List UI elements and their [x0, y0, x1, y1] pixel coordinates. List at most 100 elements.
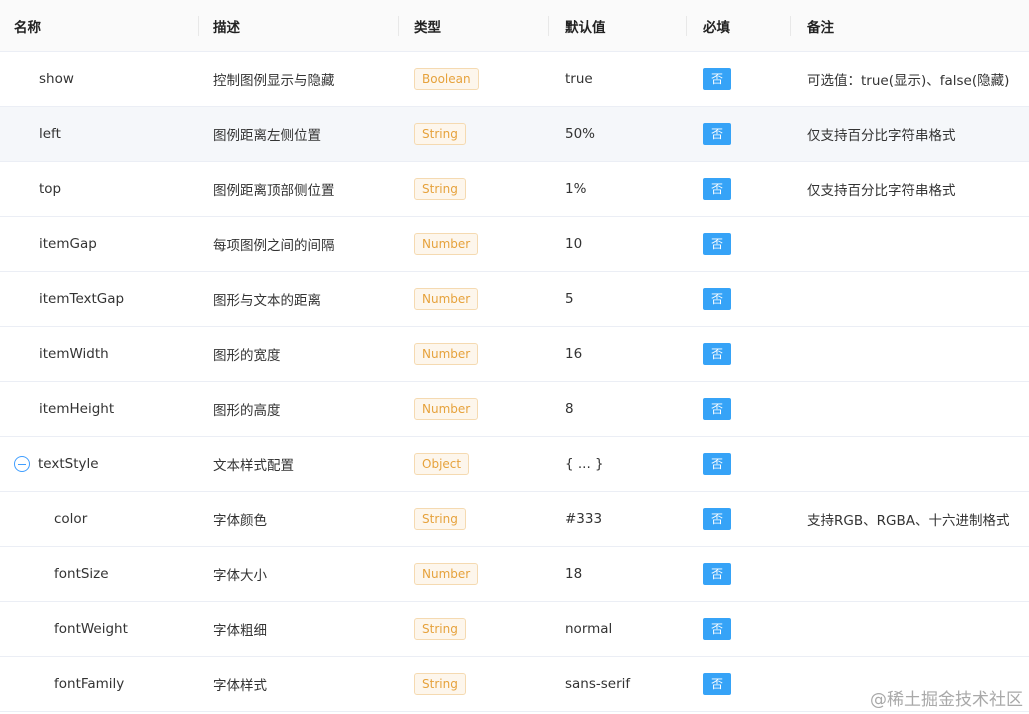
cell-required: 否 — [703, 437, 791, 491]
cell-required: 否 — [703, 327, 791, 381]
header-required[interactable]: 必填 — [703, 0, 791, 51]
header-default[interactable]: 默认值 — [565, 0, 685, 51]
required-badge: 否 — [703, 343, 731, 365]
table-row[interactable]: itemWidth 图形的宽度 Number 16 否 — [0, 327, 1029, 382]
table-row[interactable]: fontWeight 字体粗细 String normal 否 — [0, 602, 1029, 657]
required-badge: 否 — [703, 618, 731, 640]
table-row[interactable]: color 字体颜色 String #333 否 支持RGB、RGBA、十六进制格式 — [0, 492, 1029, 547]
param-name: fontFamily — [54, 676, 125, 692]
cell-note: 仅支持百分比字符串格式 — [807, 128, 956, 144]
cell-type: String — [414, 492, 549, 546]
type-tag: String — [414, 178, 466, 200]
column-divider — [198, 16, 199, 36]
cell-default: sans-serif — [565, 676, 631, 692]
cell-note — [807, 437, 1029, 491]
table-row[interactable]: textStyle 文本样式配置 Object { ... } 否 — [0, 437, 1029, 492]
required-badge: 否 — [703, 453, 731, 475]
cell-required: 否 — [703, 602, 791, 656]
type-tag: String — [414, 618, 466, 640]
cell-default: 5 — [565, 291, 574, 307]
table-row[interactable]: itemHeight 图形的高度 Number 8 否 — [0, 382, 1029, 437]
cell-desc: 字体大小 — [213, 568, 267, 584]
table-row[interactable]: fontSize 字体大小 Number 18 否 — [0, 547, 1029, 602]
type-tag: Number — [414, 233, 479, 255]
watermark: @稀土掘金技术社区 — [870, 690, 1023, 710]
cell-desc: 字体颜色 — [213, 513, 267, 529]
header-note[interactable]: 备注 — [807, 0, 1029, 51]
cell-name: left — [14, 107, 198, 161]
cell-desc: 文本样式配置 — [213, 458, 294, 474]
param-name: top — [39, 181, 62, 197]
cell-note: 支持RGB、RGBA、十六进制格式 — [807, 513, 1010, 529]
header-name[interactable]: 名称 — [14, 0, 198, 51]
table-row[interactable]: itemGap 每项图例之间的间隔 Number 10 否 — [0, 217, 1029, 272]
type-tag: Boolean — [414, 68, 479, 90]
cell-required: 否 — [703, 107, 791, 161]
type-tag: String — [414, 508, 466, 530]
cell-desc: 图例距离左侧位置 — [213, 128, 321, 144]
cell-desc: 控制图例显示与隐藏 — [213, 73, 335, 89]
table-row[interactable]: show 控制图例显示与隐藏 Boolean true 否 可选值：true(显示)、fa… — [0, 52, 1029, 107]
table-row[interactable]: left 图例距离左侧位置 String 50% 否 仅支持百分比字符串格式 — [0, 107, 1029, 162]
cell-note — [807, 217, 1029, 271]
required-badge: 否 — [703, 563, 731, 585]
type-tag: Object — [414, 453, 470, 475]
cell-name: show — [14, 52, 198, 106]
collapse-minus-icon[interactable] — [14, 456, 30, 472]
cell-type: String — [414, 107, 549, 161]
table-header: 名称 描述 类型 默认值 必填 备注 — [0, 0, 1029, 52]
cell-name: top — [14, 162, 198, 216]
required-badge: 否 — [703, 673, 731, 695]
cell-name: textStyle — [14, 437, 198, 491]
param-name: color — [54, 511, 88, 527]
required-badge: 否 — [703, 288, 731, 310]
type-tag: String — [414, 673, 466, 695]
cell-default: 8 — [565, 401, 574, 417]
param-name: itemHeight — [39, 401, 115, 417]
required-badge: 否 — [703, 123, 731, 145]
cell-type: String — [414, 162, 549, 216]
cell-note — [807, 382, 1029, 436]
cell-type: Boolean — [414, 52, 549, 106]
required-badge: 否 — [703, 233, 731, 255]
column-divider — [686, 16, 687, 36]
cell-required: 否 — [703, 657, 791, 711]
cell-default: normal — [565, 621, 613, 637]
cell-required: 否 — [703, 382, 791, 436]
header-type[interactable]: 类型 — [414, 0, 549, 51]
cell-name: fontWeight — [14, 602, 198, 656]
cell-default: 16 — [565, 346, 583, 362]
table-row[interactable]: itemTextGap 图形与文本的距离 Number 5 否 — [0, 272, 1029, 327]
required-badge: 否 — [703, 68, 731, 90]
param-name: show — [39, 71, 74, 87]
cell-desc: 图形的高度 — [213, 403, 281, 419]
cell-type: Number — [414, 217, 549, 271]
type-tag: String — [414, 123, 466, 145]
param-name: itemTextGap — [39, 291, 125, 307]
required-badge: 否 — [703, 398, 731, 420]
cell-desc: 图例距离顶部侧位置 — [213, 183, 335, 199]
cell-default: 10 — [565, 236, 583, 252]
param-name: left — [39, 126, 61, 142]
cell-required: 否 — [703, 492, 791, 546]
cell-desc: 字体样式 — [213, 678, 267, 694]
cell-name: itemWidth — [14, 327, 198, 381]
cell-desc: 字体粗细 — [213, 623, 267, 639]
type-tag: Number — [414, 398, 479, 420]
cell-type: Number — [414, 547, 549, 601]
cell-type: String — [414, 657, 549, 711]
header-desc[interactable]: 描述 — [213, 0, 399, 51]
cell-type: Object — [414, 437, 549, 491]
cell-note — [807, 547, 1029, 601]
param-name: fontWeight — [54, 621, 128, 637]
cell-name: fontFamily — [14, 657, 198, 711]
cell-desc: 图形与文本的距离 — [213, 293, 321, 309]
cell-default: 1% — [565, 181, 587, 197]
type-tag: Number — [414, 343, 479, 365]
cell-name: itemTextGap — [14, 272, 198, 326]
table-row[interactable]: top 图例距离顶部侧位置 String 1% 否 仅支持百分比字符串格式 — [0, 162, 1029, 217]
type-tag: Number — [414, 563, 479, 585]
cell-type: Number — [414, 327, 549, 381]
param-name: itemWidth — [39, 346, 109, 362]
cell-default: { ... } — [565, 456, 604, 472]
